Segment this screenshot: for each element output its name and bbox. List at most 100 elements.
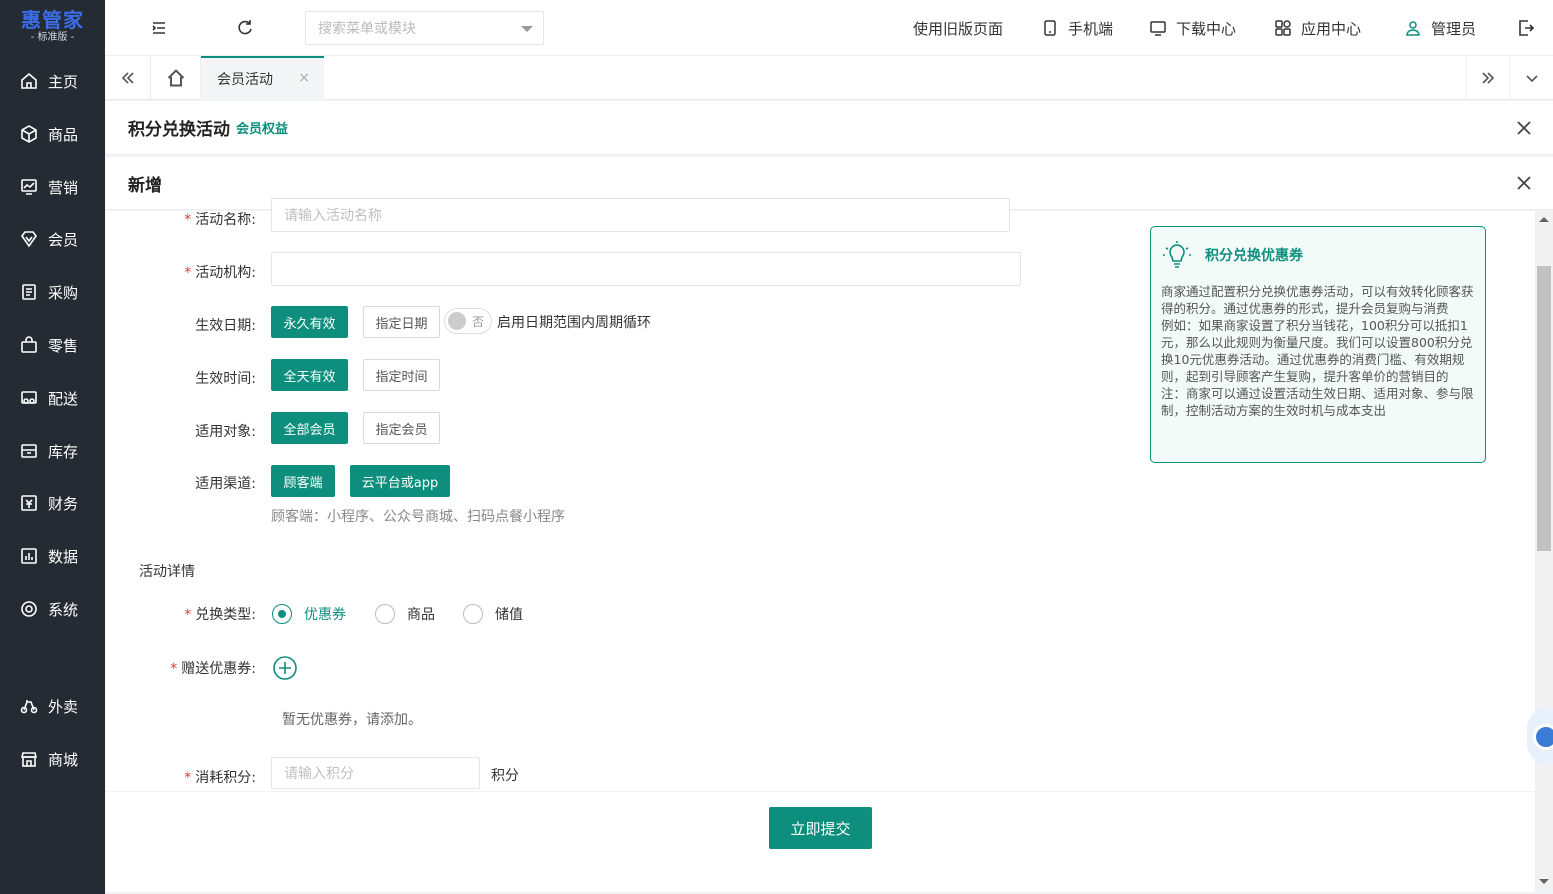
topbar: 搜索菜单或模块 使用旧版页面 手机端 下载中心 应用中心 管理员	[105, 0, 1553, 56]
assistant-widget[interactable]	[1527, 708, 1553, 764]
tab-label: 会员活动	[217, 72, 273, 88]
double-chevron-left-icon	[121, 72, 134, 84]
submit-button[interactable]: 立即提交	[769, 807, 872, 849]
scroll-up-arrow[interactable]	[1539, 217, 1549, 222]
tabs-scroll-right[interactable]	[1466, 56, 1510, 100]
old-page-label: 使用旧版页面	[913, 19, 1004, 38]
bag-icon	[20, 336, 38, 354]
points-unit: 积分	[491, 768, 519, 784]
points-label: * 消耗积分:	[184, 770, 256, 786]
sidebar-item-purchase[interactable]: 采购	[0, 272, 105, 312]
sidebar-item-mall[interactable]: 商城	[0, 739, 105, 779]
points-placeholder: 请输入积分	[284, 766, 354, 782]
activity-name-input[interactable]: 请输入活动名称	[271, 198, 1010, 232]
logo[interactable]: 惠管家 - 标准版 -	[0, 0, 105, 54]
sidebar-item-label: 零售	[48, 336, 79, 355]
diamond-icon	[20, 230, 38, 248]
dialog-title: 新增	[128, 175, 162, 196]
tab-home[interactable]	[151, 56, 201, 100]
sidebar-item-marketing[interactable]: 营销	[0, 167, 105, 207]
close-icon[interactable]	[1515, 119, 1533, 137]
name-placeholder: 请输入活动名称	[284, 208, 382, 224]
sidebar-item-goods[interactable]: 商品	[0, 114, 105, 154]
old-page-link[interactable]: 使用旧版页面	[913, 18, 1003, 38]
cloud-app-channel-button[interactable]: 云平台或app	[350, 465, 450, 497]
section-detail-title: 活动详情	[139, 564, 195, 580]
toggle-text: 否	[471, 315, 484, 329]
permanent-date-button[interactable]: 永久有效	[271, 306, 348, 338]
logo-subtitle: - 标准版 -	[30, 32, 75, 43]
scrollbar[interactable]	[1535, 211, 1553, 891]
app-center-label: 应用中心	[1301, 19, 1362, 38]
sidebar-item-delivery[interactable]: 配送	[0, 378, 105, 418]
sidebar-item-member[interactable]: 会员	[0, 219, 105, 259]
box-icon	[20, 125, 38, 143]
all-members-button[interactable]: 全部会员	[271, 412, 348, 444]
search-input[interactable]: 搜索菜单或模块	[305, 11, 544, 45]
sidebar-item-label: 会员	[48, 230, 79, 249]
scrollbar-thumb[interactable]	[1537, 266, 1551, 551]
chart-icon	[20, 178, 38, 196]
robot-icon	[1533, 724, 1553, 750]
customer-channel-button[interactable]: 顾客端	[271, 465, 335, 497]
sidebar-item-home[interactable]: 主页	[0, 61, 105, 101]
chevron-down-icon	[1525, 75, 1538, 83]
sidebar-item-retail[interactable]: 零售	[0, 325, 105, 365]
tabs-menu[interactable]	[1510, 56, 1553, 100]
specify-members-button[interactable]: 指定会员	[363, 412, 440, 444]
activity-org-select[interactable]	[271, 252, 1021, 286]
finance-icon	[20, 494, 38, 512]
radio-stored-value[interactable]: 储值	[463, 604, 523, 624]
radio-dot	[272, 604, 292, 624]
sidebar-item-finance[interactable]: 财务	[0, 483, 105, 523]
user-menu[interactable]: 管理员	[1405, 18, 1476, 38]
specify-time-button[interactable]: 指定时间	[363, 359, 440, 391]
sidebar-item-takeout[interactable]: 外卖	[0, 686, 105, 726]
org-label: * 活动机构:	[184, 265, 256, 281]
data-icon	[20, 547, 38, 565]
truck-icon	[20, 389, 38, 407]
add-coupon-icon[interactable]	[273, 656, 297, 680]
user-icon	[1406, 21, 1420, 36]
logout-icon[interactable]	[1516, 18, 1536, 38]
close-icon[interactable]	[1515, 174, 1533, 192]
points-input[interactable]: 请输入积分	[271, 757, 480, 789]
sidebar-item-label: 采购	[48, 283, 79, 302]
radio-dot	[375, 604, 395, 624]
cycle-toggle[interactable]: 否	[444, 308, 492, 334]
sidebar-item-inventory[interactable]: 库存	[0, 431, 105, 471]
radio-label: 商品	[407, 607, 435, 623]
specify-date-button[interactable]: 指定日期	[363, 306, 440, 338]
app-center-link[interactable]: 应用中心	[1275, 18, 1361, 38]
delivery-icon	[20, 697, 38, 715]
tabs-bar: 会员活动 ×	[105, 56, 1553, 100]
apps-icon	[1275, 20, 1291, 36]
target-label: 适用对象:	[195, 424, 256, 440]
download-center-link[interactable]: 下载中心	[1150, 18, 1236, 38]
home-icon	[20, 72, 38, 90]
scroll-down-arrow[interactable]	[1539, 879, 1549, 884]
search-placeholder: 搜索菜单或模块	[318, 21, 416, 37]
all-day-button[interactable]: 全天有效	[271, 359, 348, 391]
sidebar-item-label: 数据	[48, 547, 79, 566]
home-icon	[167, 69, 184, 87]
download-center-label: 下载中心	[1176, 19, 1237, 38]
radio-goods[interactable]: 商品	[375, 604, 435, 624]
radio-coupon[interactable]: 优惠券	[272, 604, 346, 624]
lightbulb-icon	[1163, 241, 1191, 268]
radio-label: 储值	[495, 607, 523, 623]
name-label: * 活动名称:	[184, 212, 256, 228]
sidebar-item-data[interactable]: 数据	[0, 536, 105, 576]
refresh-icon[interactable]	[235, 18, 255, 38]
tabs-scroll-left[interactable]	[105, 56, 151, 100]
info-title: 积分兑换优惠券	[1205, 248, 1303, 264]
close-icon[interactable]: ×	[298, 70, 310, 86]
no-coupon-text: 暂无优惠券，请添加。	[282, 712, 422, 728]
sidebar-item-system[interactable]: 系统	[0, 589, 105, 629]
info-header: 积分兑换优惠券	[1161, 239, 1303, 271]
menu-collapse-icon[interactable]	[149, 18, 169, 38]
mobile-link[interactable]: 手机端	[1042, 18, 1113, 38]
sidebar-item-label: 库存	[48, 442, 79, 461]
sidebar-item-label: 外卖	[48, 697, 79, 716]
tab-member-activity[interactable]: 会员活动 ×	[201, 56, 324, 100]
